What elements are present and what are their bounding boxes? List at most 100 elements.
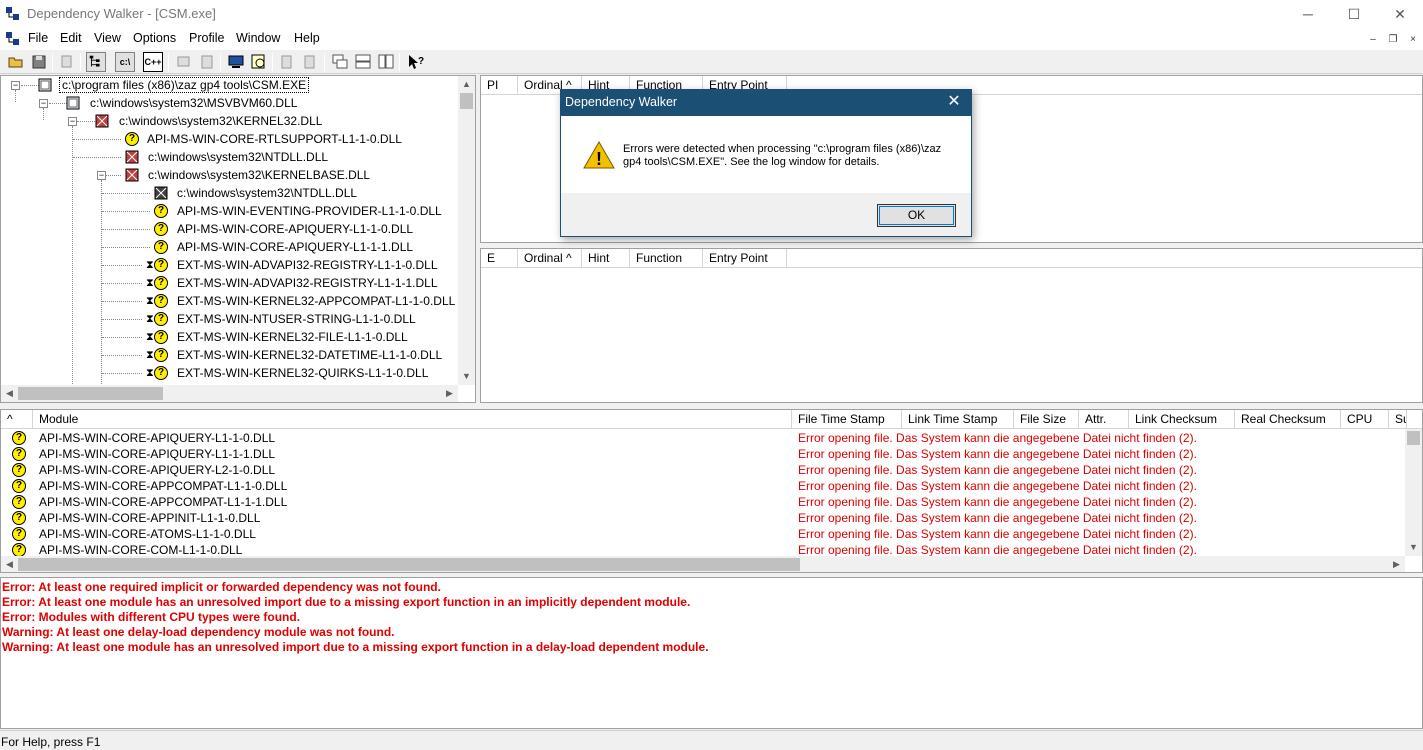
column-header-hint[interactable]: Hint (582, 249, 630, 268)
dependency-tree-pane[interactable]: − c:\program files (x86)\zaz gp4 tools\C… (0, 75, 476, 403)
mdi-restore-button[interactable]: ❐ (1386, 34, 1400, 46)
column-header-file-size[interactable]: File Size (1014, 410, 1079, 429)
collapse-toggle[interactable]: − (11, 81, 20, 90)
column-header-e[interactable]: E (481, 249, 518, 268)
table-row[interactable]: ? API-MS-WIN-CORE-ATOMS-L1-1-0.DLL Error… (1, 526, 1406, 542)
column-header-link-time-stamp[interactable]: Link Time Stamp (902, 410, 1014, 429)
scroll-right-arrow[interactable]: ▶ (441, 385, 458, 402)
configure-paths-icon[interactable] (174, 52, 194, 72)
column-header-pi[interactable]: PI (481, 76, 518, 95)
copy-icon[interactable] (57, 52, 77, 72)
expand-all-icon[interactable] (277, 52, 297, 72)
tree-item[interactable]: c:\windows\system32\NTDLL.DLL (146, 148, 330, 166)
tree-item[interactable]: c:\windows\system32\MSVBVM60.DLL (88, 94, 299, 112)
table-row[interactable]: ? API-MS-WIN-CORE-APIQUERY-L1-1-0.DLL Er… (1, 430, 1406, 446)
ok-button[interactable]: OK (877, 204, 956, 227)
tree-item[interactable]: EXT-MS-WIN-NTUSER-STRING-L1-1-0.DLL (175, 310, 418, 328)
dialog-close-button[interactable]: ✕ (943, 91, 965, 113)
module-vertical-scrollbar[interactable]: ▼ (1405, 429, 1422, 556)
scroll-thumb[interactable] (18, 387, 163, 400)
tree-root[interactable]: c:\program files (x86)\zaz gp4 tools\CSM… (59, 76, 310, 94)
menu-file[interactable]: File (28, 31, 48, 45)
column-header-entry-point[interactable]: Entry Point (703, 249, 787, 268)
table-row[interactable]: ? API-MS-WIN-CORE-APPCOMPAT-L1-1-1.DLL E… (1, 494, 1406, 510)
tree-item[interactable]: API-MS-WIN-CORE-APIQUERY-L1-1-0.DLL (175, 220, 415, 238)
column-header-sort[interactable]: ^ (1, 410, 33, 429)
question-icon: ? (154, 276, 168, 290)
table-row[interactable]: ? API-MS-WIN-CORE-APIQUERY-L1-1-1.DLL Er… (1, 446, 1406, 462)
dll-forwarded-icon (154, 186, 168, 200)
scroll-up-arrow[interactable]: ▲ (458, 76, 475, 93)
tree-view-icon[interactable] (86, 52, 106, 72)
scroll-left-arrow[interactable]: ◀ (1, 385, 18, 402)
tree-horizontal-scrollbar[interactable]: ◀ ▶ (1, 385, 458, 402)
scroll-down-arrow[interactable]: ▼ (1405, 539, 1422, 556)
undecorate-cpp-button[interactable]: C++ (143, 52, 163, 72)
tile-horizontal-icon[interactable] (353, 52, 373, 72)
full-paths-button[interactable]: c:\ (115, 52, 135, 72)
tree-item[interactable]: EXT-MS-WIN-KERNEL32-APPCOMPAT-L1-1-0.DLL (175, 292, 457, 310)
column-header-subsystem[interactable]: Su (1389, 410, 1407, 429)
scroll-thumb[interactable] (1407, 431, 1420, 445)
tree-item[interactable]: c:\windows\system32\NTDLL.DLL (175, 184, 359, 202)
tree-item[interactable]: EXT-MS-WIN-KERNEL32-DATETIME-L1-1-0.DLL (175, 346, 444, 364)
menu-options[interactable]: Options (133, 31, 176, 45)
menu-view[interactable]: View (94, 31, 121, 45)
column-header-file-time-stamp[interactable]: File Time Stamp (792, 410, 902, 429)
tree-item[interactable]: EXT-MS-WIN-KERNEL32-FILE-L1-1-0.DLL (175, 328, 410, 346)
tree-item[interactable]: c:\windows\system32\KERNEL32.DLL (117, 112, 324, 130)
menu-window[interactable]: Window (236, 31, 280, 45)
column-header-real-checksum[interactable]: Real Checksum (1235, 410, 1341, 429)
column-header-attr[interactable]: Attr. (1079, 410, 1129, 429)
scroll-right-arrow[interactable]: ▶ (1388, 556, 1405, 572)
module-name: API-MS-WIN-CORE-APIQUERY-L1-1-0.DLL (39, 431, 276, 445)
column-header-module[interactable]: Module (33, 410, 792, 429)
collapse-all-icon[interactable] (300, 52, 320, 72)
module-horizontal-scrollbar[interactable]: ◀ ▶ (1, 556, 1405, 572)
tree-item[interactable]: c:\windows\system32\KERNELBASE.DLL (146, 166, 372, 184)
mdi-close-button[interactable]: × (1406, 34, 1420, 46)
menu-help[interactable]: Help (294, 31, 320, 45)
maximize-button[interactable]: ☐ (1331, 0, 1377, 28)
collapse-toggle[interactable]: − (97, 171, 106, 180)
tree-item[interactable]: EXT-MS-WIN-KERNEL32-QUIRKS-L1-1-0.DLL (175, 364, 430, 382)
open-icon[interactable] (6, 52, 26, 72)
minimize-button[interactable]: ─ (1285, 0, 1331, 28)
tree-item[interactable]: API-MS-WIN-CORE-RTLSUPPORT-L1-1-0.DLL (145, 130, 404, 148)
scroll-left-arrow[interactable]: ◀ (1, 556, 18, 572)
system-info-icon[interactable] (226, 52, 246, 72)
tree-vertical-scrollbar[interactable]: ▲ ▼ (458, 76, 475, 385)
tree-item[interactable]: EXT-MS-WIN-ADVAPI32-REGISTRY-L1-1-0.DLL (175, 256, 440, 274)
context-help-icon[interactable]: ? (405, 52, 425, 72)
properties-icon[interactable] (197, 52, 217, 72)
tile-vertical-icon[interactable] (376, 52, 396, 72)
tree-item[interactable]: API-MS-WIN-EVENTING-PROVIDER-L1-1-0.DLL (175, 202, 444, 220)
module-list-pane[interactable]: ^ Module File Time Stamp Link Time Stamp… (0, 409, 1423, 573)
cascade-icon[interactable] (330, 52, 350, 72)
collapse-toggle[interactable]: − (68, 117, 77, 126)
column-header-cpu[interactable]: CPU (1341, 410, 1389, 429)
find-icon[interactable] (249, 52, 269, 72)
collapse-toggle[interactable]: − (39, 99, 48, 108)
column-header-link-checksum[interactable]: Link Checksum (1129, 410, 1235, 429)
column-header-ordinal[interactable]: Ordinal ^ (518, 249, 582, 268)
tree-item[interactable]: API-MS-WIN-CORE-APIQUERY-L1-1-1.DLL (175, 238, 415, 256)
scroll-thumb[interactable] (460, 93, 473, 109)
save-icon[interactable] (29, 52, 49, 72)
export-functions-pane[interactable]: E Ordinal ^ Hint Function Entry Point (480, 248, 1423, 403)
mdi-minimize-button[interactable]: – (1366, 34, 1380, 46)
mdi-doc-icon[interactable] (6, 32, 20, 46)
close-button[interactable]: ✕ (1377, 0, 1423, 28)
tree-item[interactable]: EXT-MS-WIN-ADVAPI32-REGISTRY-L1-1-1.DLL (175, 274, 440, 292)
table-row[interactable]: ? API-MS-WIN-CORE-COM-L1-1-0.DLL Error o… (1, 542, 1406, 556)
dialog-title: Dependency Walker (565, 95, 678, 109)
table-row[interactable]: ? API-MS-WIN-CORE-APPCOMPAT-L1-1-0.DLL E… (1, 478, 1406, 494)
scroll-down-arrow[interactable]: ▼ (458, 368, 475, 385)
table-row[interactable]: ? API-MS-WIN-CORE-APPINIT-L1-1-0.DLL Err… (1, 510, 1406, 526)
column-header-function[interactable]: Function (630, 249, 703, 268)
table-row[interactable]: ? API-MS-WIN-CORE-APIQUERY-L2-1-0.DLL Er… (1, 462, 1406, 478)
scroll-thumb[interactable] (18, 558, 800, 571)
menu-profile[interactable]: Profile (189, 31, 224, 45)
menu-edit[interactable]: Edit (60, 31, 82, 45)
log-pane[interactable]: Error: At least one required implicit or… (0, 577, 1423, 729)
